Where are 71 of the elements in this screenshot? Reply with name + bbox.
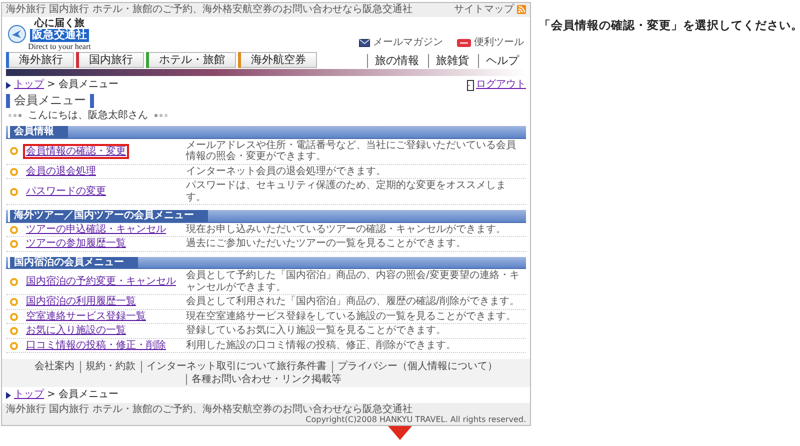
bullet-icon bbox=[10, 188, 18, 196]
menu-description: 会員として予約した「国内宿泊」商品の、内容の照会/変更要望の連絡・キャンセルができます。 bbox=[186, 270, 520, 294]
menu-link[interactable]: 国内宿泊の予約変更・キャンセル bbox=[23, 274, 179, 290]
instruction-text: 「会員情報の確認・変更」を選択してください。 bbox=[538, 17, 800, 33]
menu-link[interactable]: 国内宿泊の利用履歴一覧 bbox=[23, 294, 139, 310]
bullet-icon bbox=[10, 312, 18, 321]
rss-icon bbox=[517, 5, 526, 14]
menu-link[interactable]: 会員情報の確認・変更 bbox=[23, 144, 129, 159]
sitemap-link[interactable]: サイトマップ bbox=[454, 4, 514, 16]
menu-description: パスワードは、セキュリティ保護のため、定期的な変更をオススメします。 bbox=[186, 180, 507, 204]
breadcrumb-link[interactable]: トップ bbox=[14, 79, 44, 91]
nav-tab[interactable]: 国内旅行 bbox=[79, 52, 144, 68]
bullet-icon bbox=[10, 168, 18, 176]
menu-link[interactable]: パスワードの変更 bbox=[23, 184, 109, 200]
section-header: 海外ツアー／国内ツアーの会員メニュー bbox=[8, 210, 208, 222]
bullet-icon bbox=[10, 226, 18, 234]
breadcrumb-current: 会員メニュー bbox=[58, 389, 118, 401]
section-header: 会員情報 bbox=[8, 126, 68, 138]
footer-link[interactable]: プライバシー（個人情報について） bbox=[332, 361, 502, 373]
greeting-text: こんにちは、阪急太郎さん bbox=[28, 110, 148, 122]
dots-icon bbox=[8, 113, 22, 118]
logo-catchphrase: 心に届く旅 bbox=[34, 18, 84, 29]
menu-description: インターネット会員の退会処理ができます。 bbox=[186, 166, 387, 178]
footer-link[interactable]: インターネット取引について旅行条件書 bbox=[140, 361, 332, 373]
breadcrumb-separator: > bbox=[47, 389, 56, 401]
breadcrumb-link[interactable]: トップ bbox=[14, 389, 44, 401]
nav-tab[interactable]: ホテル・旅館 bbox=[149, 52, 236, 68]
logout-link[interactable]: ログアウト bbox=[476, 79, 526, 91]
down-arrow-icon bbox=[388, 426, 412, 440]
header-link[interactable]: 便利ツール bbox=[474, 37, 524, 49]
door-icon bbox=[467, 80, 474, 91]
footer-link[interactable]: 規約・約款 bbox=[80, 361, 140, 373]
page-title: 会員メニュー bbox=[6, 94, 94, 108]
menu-link[interactable]: 空室連絡サービス登録一覧 bbox=[23, 308, 149, 324]
section-header: 国内宿泊の会員メニュー bbox=[8, 256, 138, 268]
logo-name: 阪急交通社 bbox=[30, 29, 89, 42]
tagline: 海外旅行 国内旅行 ホテル・旅館のご予約、海外格安航空券のお問い合わせなら阪急交通社 bbox=[6, 4, 412, 16]
bullet-icon bbox=[10, 147, 18, 156]
bullet-icon bbox=[10, 240, 18, 248]
copyright-text: Copyright(C)2008 HANKYU TRAVEL. All rights reserved. bbox=[306, 415, 526, 424]
nav-tab[interactable]: 海外航空券 bbox=[241, 52, 317, 68]
nav-tab[interactable]: 海外旅行 bbox=[9, 52, 74, 68]
menu-link[interactable]: ツアーの参加履歴一覧 bbox=[23, 236, 129, 252]
menu-link[interactable]: 口コミ情報の投稿・修正・削除 bbox=[23, 338, 169, 353]
menu-description: 会員として利用された「国内宿泊」商品の、履歴の確認/削除ができます。 bbox=[186, 296, 520, 308]
header-link[interactable]: メールマガジン bbox=[373, 37, 443, 49]
plane-logo-icon bbox=[8, 25, 26, 44]
breadcrumb-current: 会員メニュー bbox=[58, 79, 118, 91]
footer-link[interactable]: 会社案内 bbox=[30, 361, 80, 373]
menu-description: 利用した施設の口コミ情報の投稿、修正、削除ができます。 bbox=[186, 340, 457, 352]
envelope-icon bbox=[359, 39, 370, 48]
menu-description: メールアドレスや住所・電話番号など、当社にご登録いただいている会員情報の照会・変更ができます。 bbox=[186, 140, 517, 163]
triangle-icon bbox=[6, 392, 11, 399]
dots-icon bbox=[154, 113, 168, 118]
logo-subtitle: Direct to your heart bbox=[28, 42, 91, 51]
bullet-icon bbox=[10, 342, 18, 350]
menu-description: 現在空室連絡サービス登録をしている施設の一覧を見ることができます。 bbox=[186, 310, 517, 322]
bottom-tagline: 海外旅行 国内旅行 ホテル・旅館のご予約、海外格安航空券のお問い合わせなら阪急交通社 bbox=[6, 404, 412, 416]
new-badge-icon bbox=[457, 39, 471, 48]
triangle-icon bbox=[6, 82, 11, 89]
menu-link[interactable]: ツアーの申込確認・キャンセル bbox=[23, 222, 169, 237]
menu-description: 過去にご参加いただいたツアーの一覧を見ることができます。 bbox=[186, 238, 467, 250]
bullet-icon bbox=[10, 298, 18, 306]
menu-description: 登録しているお気に入り施設一覧を見ることができます。 bbox=[186, 325, 447, 337]
menu-description: 現在お申し込みいただいているツアーの確認・キャンセルができます。 bbox=[186, 224, 507, 236]
menu-link[interactable]: お気に入り施設の一覧 bbox=[23, 323, 129, 338]
bullet-icon bbox=[10, 327, 18, 336]
menu-link[interactable]: 会員の退会処理 bbox=[23, 164, 99, 179]
breadcrumb-separator: > bbox=[47, 79, 56, 91]
bullet-icon bbox=[10, 278, 18, 286]
footer-link[interactable]: 各種お問い合わせ・リンク掲載等 bbox=[186, 374, 346, 386]
